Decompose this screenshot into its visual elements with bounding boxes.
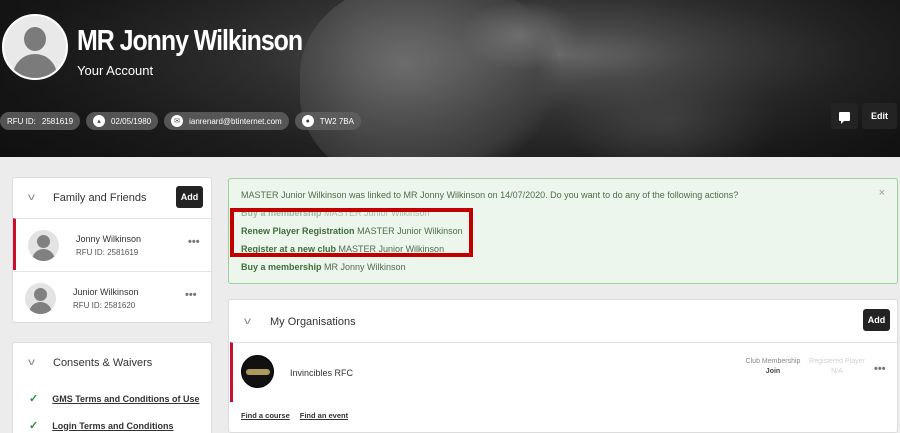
profile-info-chips: RFU ID: 2581619 ▴ 02/05/1980 ✉ ianrenard… <box>0 112 361 130</box>
profile-name: MR Jonny Wilkinson <box>77 25 303 57</box>
consent-link[interactable]: Login Terms and Conditions <box>52 421 173 431</box>
more-options-icon[interactable]: ••• <box>185 289 197 301</box>
avatar <box>28 230 59 261</box>
location-pin-icon: ● <box>301 115 314 127</box>
consent-item: ✓ GMS Terms and Conditions of Use <box>29 392 200 405</box>
consent-link[interactable]: GMS Terms and Conditions of Use <box>52 394 199 404</box>
organisation-name: Invincibles RFC <box>290 368 354 378</box>
chat-bubble-icon <box>839 111 850 124</box>
notification-message: MASTER Junior Wilkinson was linked to MR… <box>241 190 739 200</box>
dob-chip: ▴ 02/05/1980 <box>86 112 159 130</box>
family-member-row[interactable]: Junior Wilkinson RFU ID: 2581620 ••• <box>13 271 211 323</box>
registered-player-status: Registered Player N/A <box>809 358 865 375</box>
chevron-down-icon[interactable]: v <box>244 316 251 327</box>
edit-profile-button[interactable]: Edit <box>862 103 897 129</box>
close-icon[interactable]: × <box>879 187 885 199</box>
organisation-row[interactable]: Invincibles RFC Club Membership Join Reg… <box>230 342 897 402</box>
member-name: Jonny Wilkinson <box>76 234 142 244</box>
profile-subtitle: Your Account <box>77 63 154 78</box>
avatar <box>25 283 56 314</box>
organisations-title: My Organisations <box>270 316 356 328</box>
action-buy-membership-self[interactable]: Buy a membership MR Jonny Wilkinson <box>241 262 406 272</box>
postcode-chip: ● TW2 7BA <box>294 112 361 130</box>
family-member-row[interactable]: Jonny Wilkinson RFU ID: 2581619 ••• <box>13 218 211 270</box>
add-family-button[interactable]: Add <box>176 186 203 208</box>
email-chip: ✉ ianrenard@btinternet.com <box>164 112 289 130</box>
find-course-link[interactable]: Find a course <box>241 411 290 420</box>
profile-avatar <box>2 14 68 80</box>
more-options-icon[interactable]: ••• <box>188 236 200 248</box>
dob-value: 02/05/1980 <box>111 116 152 126</box>
member-rfu-id: RFU ID: 2581619 <box>76 248 139 257</box>
club-membership-status: Club Membership Join <box>745 358 801 375</box>
club-logo <box>241 355 274 388</box>
family-title: Family and Friends <box>53 192 147 204</box>
chevron-down-icon[interactable]: v <box>28 357 35 368</box>
chevron-down-icon[interactable]: v <box>28 192 35 203</box>
organisations-card: v My Organisations Add Invincibles RFC C… <box>228 299 898 433</box>
member-rfu-id: RFU ID: 2581620 <box>73 301 136 310</box>
check-icon: ✓ <box>29 420 39 432</box>
member-name: Junior Wilkinson <box>73 287 139 297</box>
consent-item: ✓ Login Terms and Conditions <box>29 419 174 432</box>
rfu-id-chip: RFU ID: 2581619 <box>0 112 81 130</box>
email-value: ianrenard@btinternet.com <box>189 116 282 126</box>
organisation-links: Find a course Find an event <box>241 411 348 420</box>
more-options-icon[interactable]: ••• <box>874 363 886 375</box>
find-event-link[interactable]: Find an event <box>300 411 348 420</box>
mail-icon: ✉ <box>171 115 184 127</box>
cake-icon: ▴ <box>93 115 106 127</box>
add-organisation-button[interactable]: Add <box>863 309 890 331</box>
rfu-id-label: RFU ID: <box>7 116 36 126</box>
annotation-highlight-box <box>230 208 473 257</box>
profile-banner <box>0 0 900 157</box>
message-button[interactable] <box>831 103 858 129</box>
consents-card: v Consents & Waivers ✓ GMS Terms and Con… <box>12 342 212 433</box>
family-and-friends-card: v Family and Friends Add Jonny Wilkinson… <box>12 177 212 323</box>
check-icon: ✓ <box>29 393 39 405</box>
postcode-value: TW2 7BA <box>319 116 354 126</box>
consents-title: Consents & Waivers <box>53 357 153 369</box>
rfu-id-value: 2581619 <box>41 116 74 126</box>
